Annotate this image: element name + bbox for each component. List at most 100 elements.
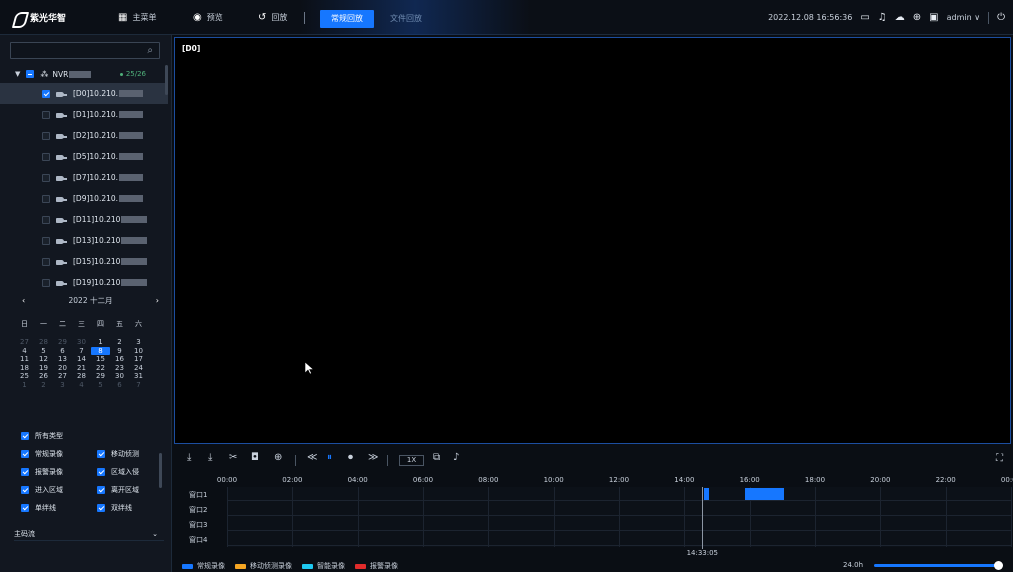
tree-item-channel[interactable]: [D9]10.210.	[0, 188, 168, 209]
main-menu-button[interactable]: ▦ 主菜单	[118, 0, 156, 35]
calendar-day[interactable]: 12	[34, 355, 53, 364]
calendar-day[interactable]: 4	[15, 347, 34, 356]
video-window[interactable]: [D0]	[174, 37, 1011, 444]
tree-item-channel[interactable]: [D0]10.210.	[0, 83, 168, 104]
cloud-icon[interactable]: ☁	[895, 12, 905, 23]
timeline-row[interactable]: 窗口4	[174, 532, 1011, 546]
globe-icon[interactable]: ⊕	[913, 12, 921, 23]
calendar-day[interactable]: 10	[129, 347, 148, 356]
calendar-day[interactable]: 22	[91, 364, 110, 373]
tree-item-channel[interactable]: [D19]10.210	[0, 272, 168, 293]
calendar-day[interactable]: 2	[34, 381, 53, 390]
snapshot-camera-icon[interactable]: ◘	[251, 452, 259, 463]
preview-button[interactable]: ◉ 预览	[193, 0, 223, 35]
stop-icon[interactable]: ⏺	[348, 452, 353, 463]
timeline-row[interactable]: 窗口1	[174, 487, 1011, 501]
root-checkbox[interactable]	[26, 70, 35, 78]
tab-file-playback[interactable]: 文件回放	[379, 10, 433, 28]
calendar-day[interactable]: 4	[72, 381, 91, 390]
type-all-checkbox[interactable]: 所有类型	[21, 430, 63, 442]
tree-item-channel[interactable]: [D1]10.210.	[0, 104, 168, 125]
calendar-day[interactable]: 5	[91, 381, 110, 390]
calendar-day[interactable]: 18	[15, 364, 34, 373]
calendar-day[interactable]: 28	[34, 338, 53, 347]
next-month-button[interactable]: ›	[156, 296, 159, 305]
calendar-day[interactable]: 27	[53, 372, 72, 381]
type-checkbox[interactable]: 区域入侵	[97, 466, 139, 478]
playback-button[interactable]: ↺ 回放	[258, 0, 287, 35]
search-input[interactable]: ⌕	[10, 42, 160, 59]
speed-button[interactable]: 1X	[399, 455, 424, 466]
expand-arrow-icon[interactable]: ▼	[15, 70, 20, 78]
prev-month-button[interactable]: ‹	[22, 296, 25, 305]
checkbox[interactable]	[21, 450, 29, 458]
calendar-day[interactable]: 14	[72, 355, 91, 364]
download-clip-icon[interactable]: ⤓	[208, 452, 212, 463]
tree-item-channel[interactable]: [D2]10.210.	[0, 125, 168, 146]
rewind-icon[interactable]: ≪	[307, 452, 317, 463]
stream-select[interactable]: 主码流 ⌄	[14, 528, 164, 541]
zoom-slider-handle[interactable]	[994, 560, 1004, 570]
calendar-day[interactable]: 3	[53, 381, 72, 390]
checkbox[interactable]	[97, 468, 105, 476]
timeline-cursor[interactable]	[702, 487, 704, 549]
type-checkbox[interactable]: 单绊线	[21, 502, 56, 514]
calendar-day[interactable]: 29	[91, 372, 110, 381]
checkbox[interactable]	[97, 450, 105, 458]
timeline-row[interactable]: 窗口3	[174, 517, 1011, 531]
channel-checkbox[interactable]	[42, 257, 50, 266]
timeline-row[interactable]: 窗口2	[174, 502, 1011, 516]
calendar-day[interactable]: 1	[91, 338, 110, 347]
calendar-day[interactable]: 19	[34, 364, 53, 373]
tree-item-channel[interactable]: [D11]10.210	[0, 209, 168, 230]
calendar-day[interactable]: 23	[110, 364, 129, 373]
channel-checkbox[interactable]	[42, 194, 50, 203]
checkbox[interactable]	[21, 432, 29, 440]
calendar-day[interactable]: 3	[129, 338, 148, 347]
tree-scrollbar[interactable]	[165, 65, 168, 95]
checkbox[interactable]	[21, 486, 29, 494]
types-scrollbar[interactable]	[159, 453, 162, 488]
display-icon[interactable]: ▭	[860, 12, 869, 23]
calendar-day[interactable]: 6	[110, 381, 129, 390]
type-checkbox[interactable]: 常规录像	[21, 448, 63, 460]
calendar-day[interactable]: 28	[72, 372, 91, 381]
fast-forward-icon[interactable]: ≫	[368, 452, 378, 463]
calendar-day[interactable]: 21	[72, 364, 91, 373]
clip-scissors-icon[interactable]: ✂	[229, 452, 237, 463]
sync-icon[interactable]: ⧉	[433, 452, 440, 463]
volume-icon[interactable]: ♪	[453, 452, 459, 463]
download-icon[interactable]: ⤓	[187, 452, 191, 463]
user-menu[interactable]: admin ∨	[947, 13, 980, 22]
calendar-day[interactable]: 16	[110, 355, 129, 364]
calendar-day[interactable]: 9	[110, 347, 129, 356]
type-checkbox[interactable]: 离开区域	[97, 484, 139, 496]
channel-checkbox[interactable]	[42, 236, 50, 245]
timeline[interactable]: 00:00 02:00 04:00 06:00 08:00 10:00 12:00 14:00…	[174, 473, 1013, 557]
calendar-day[interactable]: 8	[91, 346, 110, 355]
checkbox[interactable]	[21, 504, 29, 512]
calendar-day[interactable]: 25	[15, 372, 34, 381]
recording-segment[interactable]	[744, 488, 784, 500]
calendar-day[interactable]: 30	[110, 372, 129, 381]
tree-item-channel[interactable]: [D13]10.210	[0, 230, 168, 251]
channel-checkbox[interactable]	[42, 173, 50, 182]
checkbox[interactable]	[21, 468, 29, 476]
tree-root-nvr[interactable]: ▼ ⁂ NVR 25/26	[0, 65, 168, 83]
calendar-day[interactable]: 30	[72, 338, 91, 347]
tree-item-channel[interactable]: [D15]10.210	[0, 251, 168, 272]
checkbox[interactable]	[97, 486, 105, 494]
monitor-icon[interactable]: ▣	[929, 12, 938, 23]
calendar-day[interactable]: 6	[53, 347, 72, 356]
calendar-day[interactable]: 26	[34, 372, 53, 381]
calendar-day[interactable]: 13	[53, 355, 72, 364]
channel-checkbox[interactable]	[42, 89, 50, 98]
pause-icon[interactable]: ⏸	[327, 452, 332, 463]
zoom-in-icon[interactable]: ⊕	[274, 452, 282, 463]
checkbox[interactable]	[97, 504, 105, 512]
type-checkbox[interactable]: 进入区域	[21, 484, 63, 496]
calendar-day[interactable]: 15	[91, 355, 110, 364]
fullscreen-icon[interactable]: ⛶	[996, 453, 1003, 464]
zoom-slider[interactable]	[874, 560, 1004, 570]
calendar-day[interactable]: 5	[34, 347, 53, 356]
